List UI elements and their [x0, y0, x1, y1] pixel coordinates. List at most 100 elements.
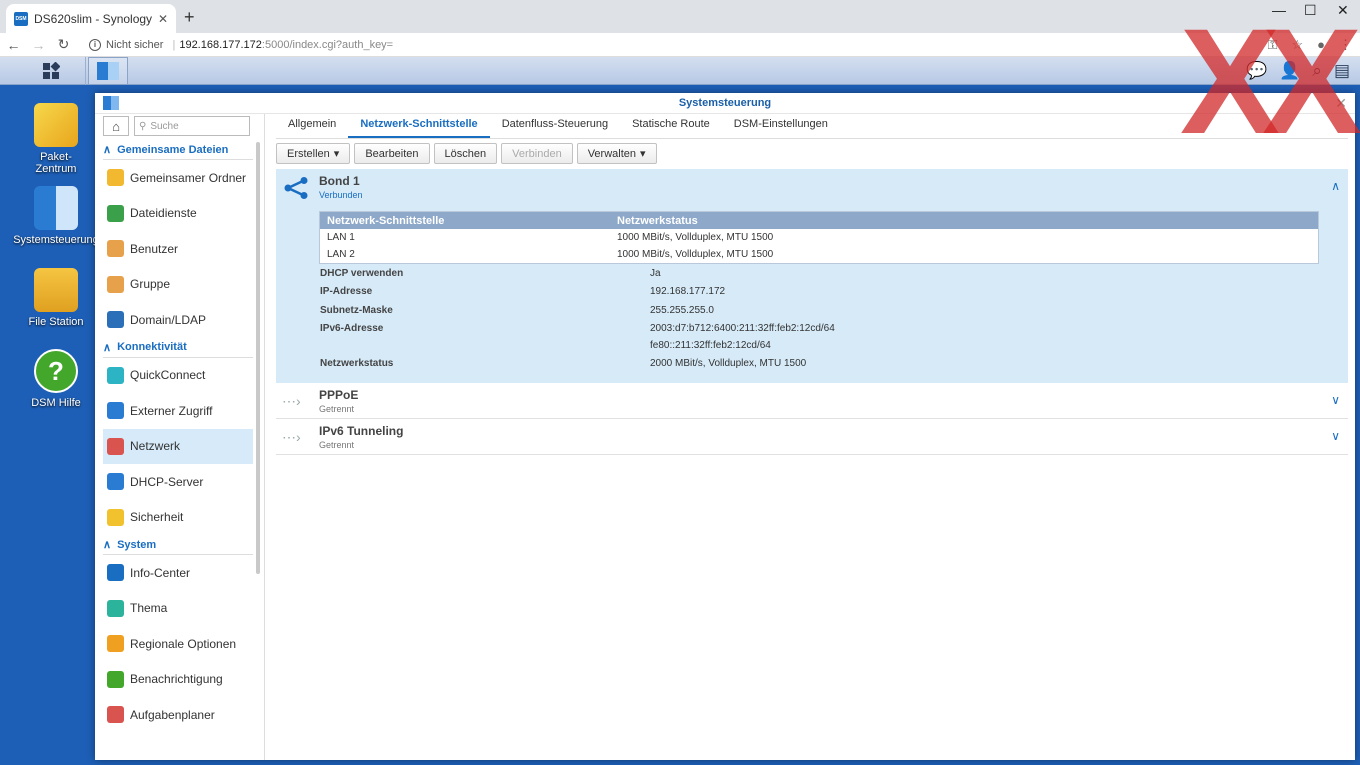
security-label: Nicht sicher	[106, 38, 164, 51]
sidebar-section[interactable]: ∧ Gemeinsame Dateien	[103, 140, 253, 160]
sidebar-item[interactable]: Thema	[103, 591, 253, 627]
info-icon	[107, 564, 124, 582]
new-tab-icon[interactable]: +	[184, 8, 195, 26]
help-icon: ?	[34, 349, 78, 393]
window-titlebar[interactable]: Systemsteuerung ✕	[95, 93, 1355, 114]
sidebar-item[interactable]: Netzwerk	[103, 428, 253, 464]
security-indicator[interactable]: i Nicht sicher |	[89, 38, 179, 51]
address-bar: ← → ↻ i Nicht sicher | 192.168.177.172:5…	[0, 33, 1360, 57]
sidebar-scrollbar[interactable]	[256, 142, 260, 574]
desktop-icon-file-station[interactable]: File Station	[11, 268, 101, 328]
sidebar-item[interactable]: Gruppe	[103, 267, 253, 303]
sidebar-item[interactable]: Benachrichtigung	[103, 662, 253, 698]
sidebar-item-label: Thema	[130, 601, 168, 616]
sidebar-item[interactable]: Info-Center	[103, 555, 253, 591]
file-station-icon	[34, 268, 78, 312]
sidebar-item[interactable]: Dateidienste	[103, 196, 253, 232]
caret-down-icon: ▾	[640, 148, 646, 160]
back-icon[interactable]: ←	[2, 37, 25, 53]
chevron-up-icon: ∧	[103, 341, 112, 354]
chevron-down-icon[interactable]: ∨	[1331, 429, 1340, 443]
desktop-icon-systemsteuerung[interactable]: Systemsteuerung	[11, 186, 101, 246]
sidebar-item[interactable]: Sicherheit	[103, 500, 253, 536]
column-header: Netzwerk-Schnittstelle	[327, 214, 445, 227]
file-services-icon	[107, 204, 124, 222]
pppoe-row[interactable]: ⋯› PPPoE Getrennt ∨	[276, 383, 1348, 419]
table-row: LAN 1 1000 MBit/s, Vollduplex, MTU 1500	[327, 232, 774, 243]
bond-panel[interactable]: Bond 1 Verbunden ∧ Netzwerk-Schnittstell…	[276, 169, 1348, 383]
tab-close-icon[interactable]: ✕	[158, 12, 168, 26]
tab[interactable]: DSM-Einstellungen	[722, 114, 840, 138]
disconnected-icon: ⋯›	[282, 393, 301, 409]
manage-button[interactable]: Verwalten ▾	[576, 143, 657, 164]
tab[interactable]: Allgemein	[276, 114, 348, 138]
browser-tab[interactable]: DSM DS620slim - Synology NAS ✕	[6, 4, 176, 33]
sidebar-section[interactable]: ∧ System	[103, 535, 253, 555]
shield-icon	[107, 508, 124, 526]
watermark: XX	[1179, 0, 1360, 165]
create-button[interactable]: Erstellen ▾	[276, 143, 351, 164]
sidebar-item-label: Aufgabenplaner	[130, 707, 215, 722]
search-input[interactable]: ⚲ Suche	[134, 116, 250, 136]
interface-table: Netzwerk-Schnittstelle Netzwerkstatus LA…	[319, 211, 1319, 264]
sidebar-item-label: Sicherheit	[130, 510, 184, 525]
dsm-taskbar: 💬 👤 ⌕ ▤	[0, 57, 1360, 85]
sidebar-item[interactable]: Aufgabenplaner	[103, 697, 253, 733]
edit-button[interactable]: Bearbeiten	[354, 143, 430, 164]
sidebar-item-label: DHCP-Server	[130, 474, 204, 489]
browser-tab-title: DS620slim - Synology NAS	[34, 11, 152, 26]
sidebar-item[interactable]: DHCP-Server	[103, 464, 253, 500]
globe-icon	[107, 402, 124, 420]
control-panel-icon	[97, 62, 119, 80]
main-menu-button[interactable]	[16, 57, 86, 85]
url-field[interactable]: 192.168.177.172:5000/index.cgi?auth_key=	[179, 39, 393, 51]
sidebar-item-label: Gruppe	[130, 277, 171, 292]
domain-icon	[107, 311, 124, 329]
sidebar-item[interactable]: Gemeinsamer Ordner	[103, 160, 253, 196]
chevron-up-icon[interactable]: ∧	[1331, 179, 1340, 193]
connect-button[interactable]: Verbinden	[501, 143, 573, 164]
chat-icon	[107, 670, 124, 688]
sidebar-item[interactable]: QuickConnect	[103, 358, 253, 394]
sidebar-item-label: Benutzer	[130, 241, 179, 256]
search-placeholder: Suche	[150, 120, 179, 132]
regional-icon	[107, 635, 124, 653]
reload-icon[interactable]: ↻	[52, 36, 75, 53]
palette-icon	[107, 599, 124, 617]
home-button[interactable]: ⌂	[103, 116, 129, 136]
sidebar-item-label: Regionale Optionen	[130, 636, 237, 651]
forward-icon[interactable]: →	[27, 37, 50, 53]
sidebar-item[interactable]: Externer Zugriff	[103, 393, 253, 429]
sidebar-item[interactable]: Benutzer	[103, 231, 253, 267]
sidebar-item[interactable]: Regionale Optionen	[103, 626, 253, 662]
sidebar-item-label: Gemeinsamer Ordner	[130, 170, 247, 185]
systemsteuerung-window: Systemsteuerung ✕ ⌂ ⚲ Suche ∧ Gemeinsame …	[95, 93, 1355, 760]
desktop-icon-paket-zentrum[interactable]: Paket- Zentrum	[11, 103, 101, 175]
chevron-down-icon[interactable]: ∨	[1331, 393, 1340, 407]
search-icon: ⚲	[139, 120, 147, 132]
ipv6-tunneling-row[interactable]: ⋯› IPv6 Tunneling Getrennt ∨	[276, 419, 1348, 455]
delete-button[interactable]: Löschen	[433, 143, 498, 164]
calendar-icon	[107, 706, 124, 724]
synology-favicon-icon: DSM	[14, 11, 28, 26]
sidebar-item-label: Benachrichtigung	[130, 672, 223, 687]
sidebar-section[interactable]: ∧ Konnektivität	[103, 338, 253, 358]
desktop-icon-dsm-hilfe[interactable]: ? DSM Hilfe	[11, 349, 101, 409]
dhcp-icon	[107, 473, 124, 491]
table-row: LAN 2 1000 MBit/s, Vollduplex, MTU 1500	[327, 249, 774, 260]
taskbar-systemsteuerung[interactable]	[88, 57, 128, 85]
sidebar-item-label: Externer Zugriff	[130, 403, 213, 418]
sidebar-item-label: Dateidienste	[130, 206, 197, 221]
bond-icon	[284, 177, 308, 199]
caret-down-icon: ▾	[333, 148, 340, 160]
tab[interactable]: Statische Route	[620, 114, 722, 138]
chevron-up-icon: ∧	[103, 539, 112, 551]
info-icon: i	[89, 38, 101, 51]
network-icon	[107, 437, 124, 455]
sidebar: ⌂ ⚲ Suche ∧ Gemeinsame Dateien Gemeinsamer…	[95, 114, 265, 760]
main-menu-icon	[42, 62, 60, 79]
sidebar-item[interactable]: Domain/LDAP	[103, 302, 253, 338]
tab[interactable]: Datenfluss-Steuerung	[490, 114, 620, 138]
tab[interactable]: Netzwerk-Schnittstelle	[348, 114, 490, 138]
quickconnect-icon	[107, 366, 124, 384]
